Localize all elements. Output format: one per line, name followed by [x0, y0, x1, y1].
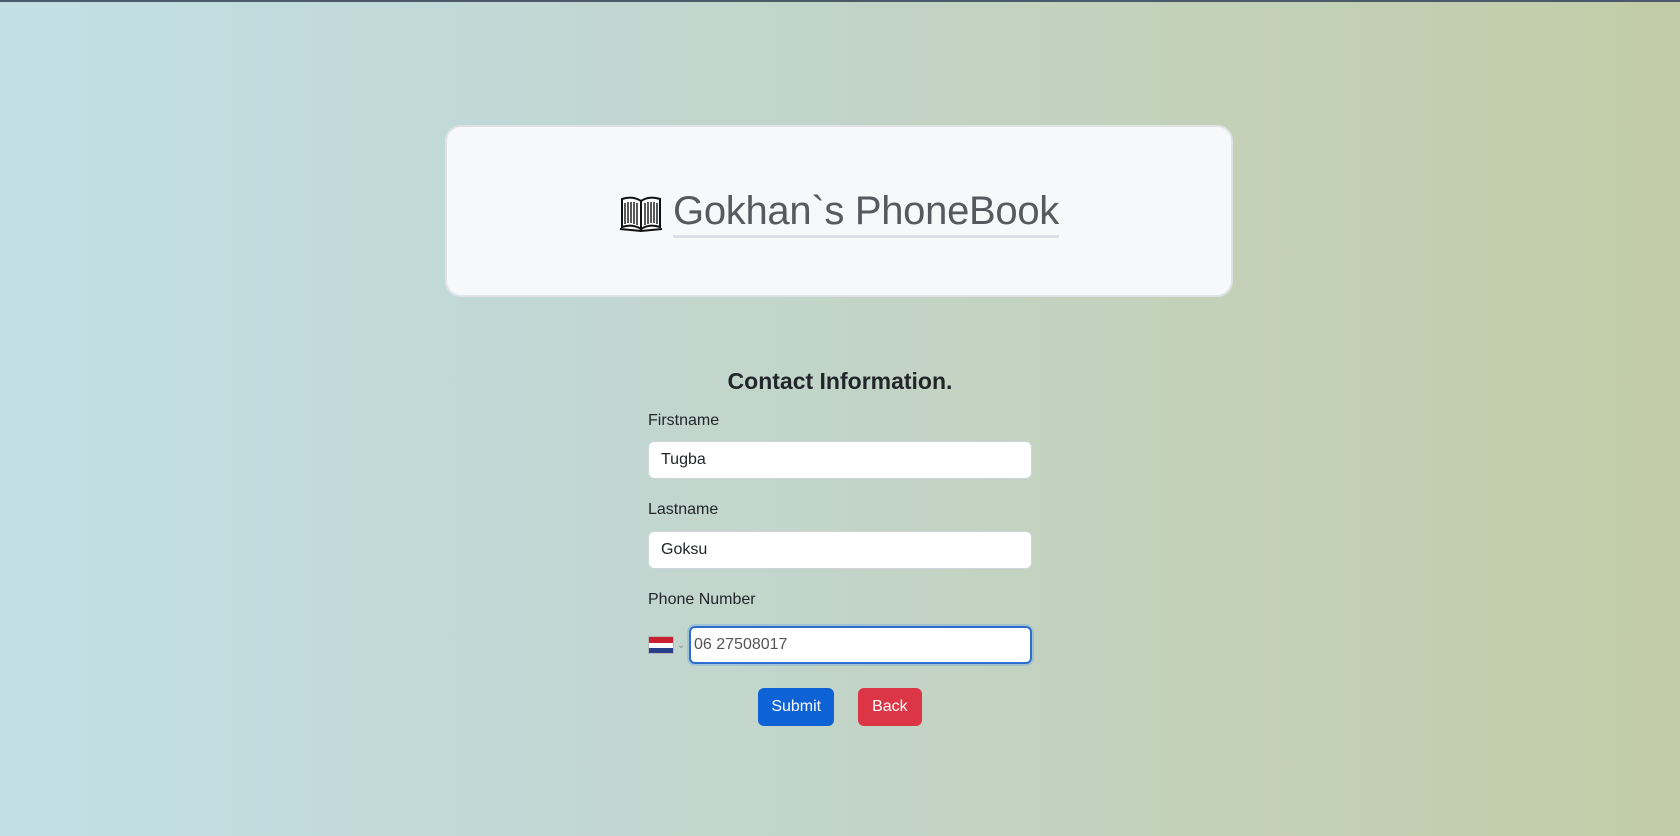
lastname-input[interactable]	[648, 530, 1032, 569]
form-heading: Contact Information.	[727, 368, 953, 394]
back-button[interactable]: Back	[858, 688, 922, 727]
book-icon	[619, 193, 663, 233]
netherlands-flag-icon	[648, 636, 674, 655]
button-row: Submit Back	[648, 688, 1032, 727]
lastname-label: Lastname	[648, 501, 719, 519]
submit-button[interactable]: Submit	[758, 688, 835, 727]
phone-input[interactable]	[689, 626, 1032, 665]
phone-label: Phone Number	[648, 590, 756, 608]
title-wrap: Gokhan`s PhoneBook	[619, 189, 1059, 238]
country-select[interactable]: ⌄	[648, 626, 689, 664]
header-card: Gokhan`s PhoneBook	[445, 125, 1233, 297]
phone-row: ⌄	[648, 626, 1032, 665]
app-title: Gokhan`s PhoneBook	[673, 189, 1059, 238]
firstname-label: Firstname	[648, 411, 720, 429]
chevron-down-icon: ⌄	[677, 639, 686, 651]
contact-form: Contact Information. Firstname Lastname …	[648, 368, 1032, 727]
firstname-input[interactable]	[648, 441, 1032, 480]
